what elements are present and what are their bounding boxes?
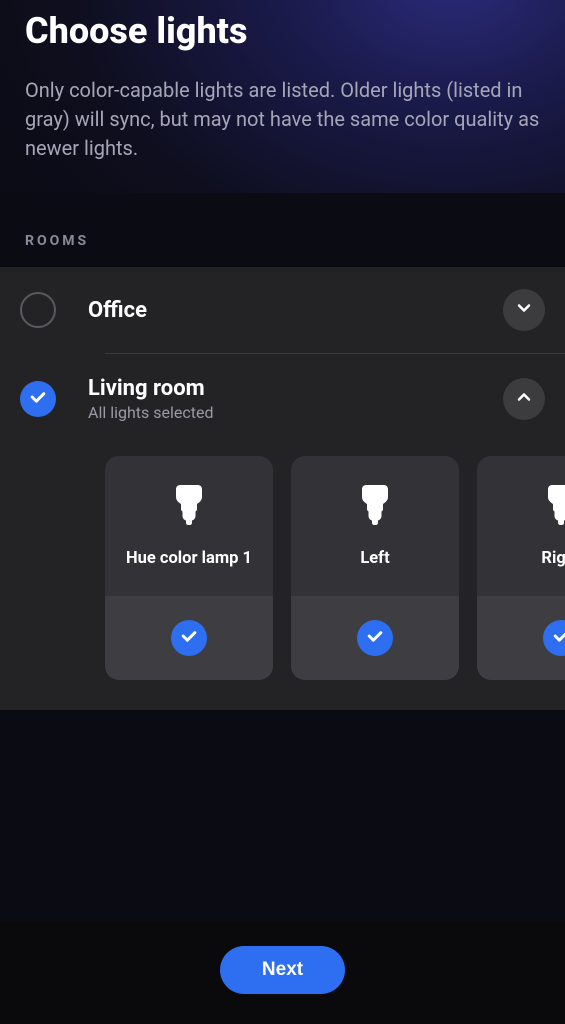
next-button[interactable]: Next [220,946,345,994]
rooms-list: Office Living room All lights selected [0,267,565,710]
footer-bar: Next [0,922,565,1024]
light-card[interactable]: Left [291,456,459,680]
light-name: Right [541,549,565,568]
light-checkbox[interactable] [357,620,393,656]
bulb-icon [548,485,565,525]
room-row-office[interactable]: Office [0,267,565,353]
room-subtitle: All lights selected [88,403,471,422]
room-name: Office [88,298,471,323]
light-name: Left [360,549,389,568]
room-checkbox-office[interactable] [20,292,56,328]
bulb-icon [176,485,202,525]
rooms-section-label: ROOMS [0,193,565,267]
light-checkbox[interactable] [171,620,207,656]
expand-button-office[interactable] [503,289,545,331]
room-name: Living room [88,376,471,401]
check-icon [179,626,199,650]
room-checkbox-living-room[interactable] [20,381,56,417]
chevron-down-icon [514,298,534,322]
light-name: Hue color lamp 1 [126,549,252,568]
chevron-up-icon [514,387,534,411]
check-icon [28,387,48,411]
check-icon [551,626,565,650]
light-checkbox[interactable] [543,620,565,656]
room-row-living-room[interactable]: Living room All lights selected [0,354,565,444]
bulb-icon [362,485,388,525]
collapse-button-living-room[interactable] [503,378,545,420]
page-title: Choose lights [25,10,540,52]
check-icon [365,626,385,650]
light-card[interactable]: Hue color lamp 1 [105,456,273,680]
lights-scroll[interactable]: Hue color lamp 1 Left [0,444,565,680]
page-subtitle: Only color-capable lights are listed. Ol… [25,76,540,163]
light-card[interactable]: Right [477,456,565,680]
